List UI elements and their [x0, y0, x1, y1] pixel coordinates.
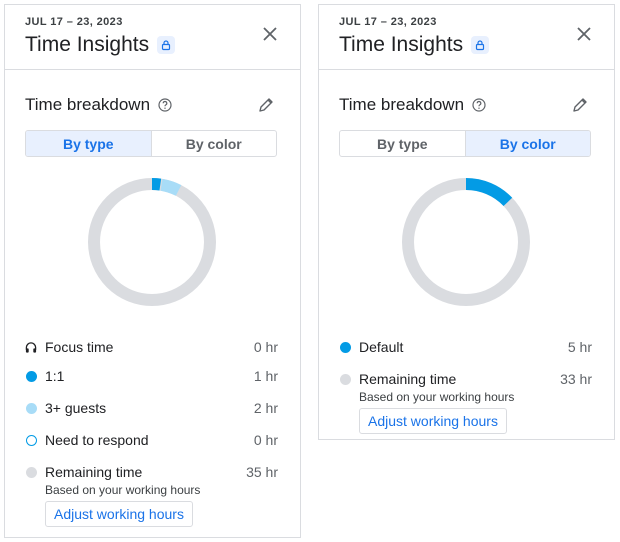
legend-label: Remaining time — [45, 464, 143, 480]
adjust-working-hours-button[interactable]: Adjust working hours — [359, 408, 507, 434]
time-insights-panel-by-color: JUL 17 – 23, 2023 Time Insights Time bre… — [318, 4, 615, 440]
tab-by-type[interactable]: By type — [26, 131, 151, 156]
legend-label: Focus time — [45, 339, 114, 355]
section-title: Time breakdown — [339, 95, 465, 114]
time-insights-panel-by-type: JUL 17 – 23, 2023 Time Insights Time bre… — [4, 4, 301, 538]
legend-label: 1:1 — [45, 368, 65, 384]
tab-by-color[interactable]: By color — [464, 131, 590, 156]
panel-title: Time Insights — [25, 33, 150, 56]
remaining-note: Based on your working hours — [359, 390, 515, 404]
lock-icon — [471, 36, 490, 54]
panel-title: Time Insights — [339, 33, 464, 56]
legend-item-default: Default 5 hr — [339, 337, 592, 357]
legend-value: 35 hr — [246, 464, 278, 480]
legend-value: 5 hr — [567, 339, 592, 355]
legend-value: 0 hr — [253, 339, 278, 355]
dot-icon — [25, 402, 37, 414]
legend-item-need-to-respond: Need to respond 0 hr — [25, 430, 278, 450]
legend-item-focus-time: Focus time 0 hr — [25, 337, 278, 357]
view-toggle: By type By color — [339, 130, 591, 157]
close-icon[interactable] — [262, 26, 278, 42]
donut-chart — [402, 178, 530, 306]
dot-icon — [25, 370, 37, 382]
legend-label: Need to respond — [45, 432, 149, 448]
panel-header: JUL 17 – 23, 2023 Time Insights — [5, 5, 300, 70]
legend-item-guests: 3+ guests 2 hr — [25, 398, 278, 418]
panel-header: JUL 17 – 23, 2023 Time Insights — [319, 5, 614, 70]
dot-icon — [339, 373, 351, 385]
headphones-icon — [25, 341, 37, 353]
lock-icon — [157, 36, 176, 54]
date-range: JUL 17 – 23, 2023 — [25, 16, 123, 28]
pencil-icon[interactable] — [258, 97, 274, 113]
legend-value: 0 hr — [253, 432, 278, 448]
legend-value: 1 hr — [253, 368, 278, 384]
date-range: JUL 17 – 23, 2023 — [339, 16, 437, 28]
legend-item-remaining-time: Remaining time 33 hr — [339, 369, 592, 389]
dot-icon — [339, 341, 351, 353]
dot-outline-icon — [25, 434, 37, 446]
close-icon[interactable] — [576, 26, 592, 42]
legend-item-one-on-one: 1:1 1 hr — [25, 366, 278, 386]
view-toggle: By type By color — [25, 130, 277, 157]
donut-track — [88, 178, 216, 306]
remaining-note: Based on your working hours — [45, 483, 201, 497]
help-icon[interactable] — [472, 98, 486, 112]
section-title: Time breakdown — [25, 95, 151, 114]
help-icon[interactable] — [158, 98, 172, 112]
legend-label: Default — [359, 339, 404, 355]
legend-value: 2 hr — [253, 400, 278, 416]
pencil-icon[interactable] — [572, 97, 588, 113]
legend-label: 3+ guests — [45, 400, 107, 416]
tab-by-type[interactable]: By type — [340, 131, 465, 156]
tab-by-color[interactable]: By color — [150, 131, 277, 156]
dot-icon — [25, 466, 37, 478]
donut-chart — [88, 178, 216, 306]
legend-item-remaining-time: Remaining time 35 hr — [25, 462, 278, 482]
adjust-working-hours-button[interactable]: Adjust working hours — [45, 501, 193, 527]
legend-label: Remaining time — [359, 371, 457, 387]
legend-value: 33 hr — [560, 371, 592, 387]
